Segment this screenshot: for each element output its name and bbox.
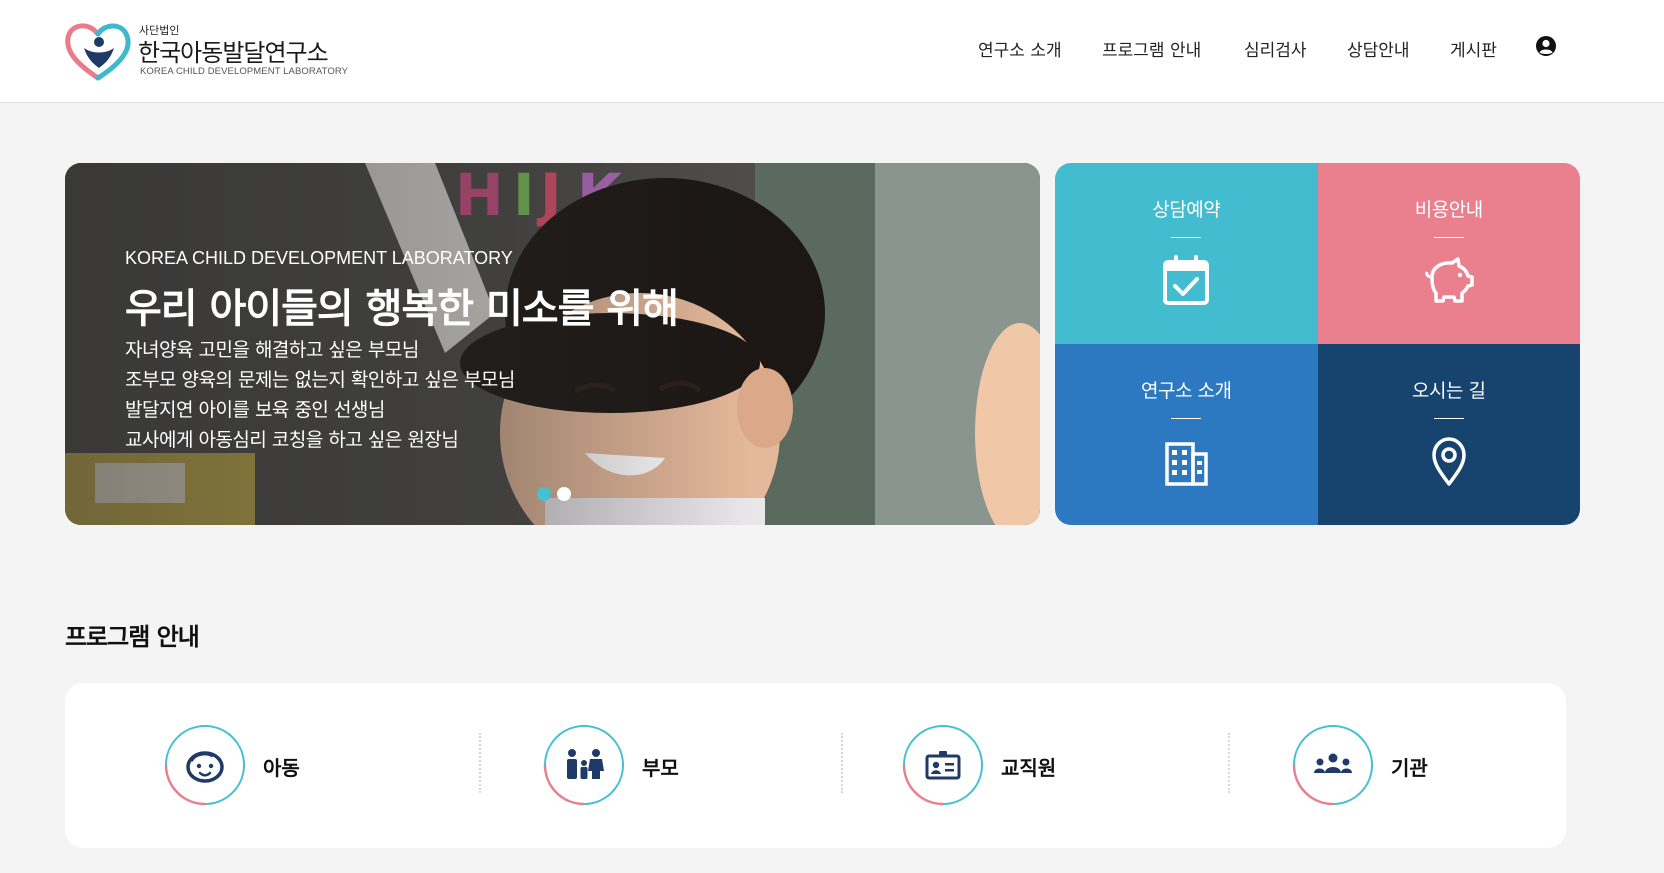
family-icon [543,725,624,806]
hero-line: 조부모 양육의 문제는 없는지 확인하고 싶은 부모님 [125,369,515,391]
divider [1433,237,1464,238]
divider [1171,418,1201,419]
tile-label: 비용안내 [1414,199,1483,221]
site-header: 사단법인 한국아동발달연구소 KOREA CHILD DEVELOPMENT L… [0,0,1664,103]
nav-item-board[interactable]: 게시판 [1450,36,1497,61]
hero-title: 우리 아이들의 행복한 미소를 위해 [125,286,679,332]
id-card-icon [902,725,983,806]
slide-dot-2[interactable] [557,487,571,501]
divider [1171,237,1201,238]
map-pin-icon [1431,437,1466,486]
divider [1433,418,1464,419]
nav-item-counseling[interactable]: 상담안내 [1347,36,1410,61]
hero-line: 교사에게 아동심리 코칭을 하고 싶은 원장님 [125,429,459,451]
site-logo[interactable]: 사단법인 한국아동발달연구소 KOREA CHILD DEVELOPMENT L… [64,18,364,84]
hero-banner[interactable]: H I J K KOREA CHILD DEVELOPMENT LABORATO… [65,163,1040,525]
tile-consultation-booking[interactable]: 상담예약 [1055,163,1318,344]
nav-item-programs[interactable]: 프로그램 안내 [1102,36,1201,61]
program-label: 아동 [263,756,300,780]
nav-item-about[interactable]: 연구소 소개 [978,36,1062,61]
tile-label: 연구소 소개 [1141,380,1232,402]
building-icon [1165,442,1208,486]
hero-description: 자녀양육 고민을 해결하고 싶은 부모님 조부모 양육의 문제는 없는지 확인하… [125,335,515,455]
tile-pricing[interactable]: 비용안내 [1317,163,1580,344]
logo-english-name: KOREA CHILD DEVELOPMENT LABORATORY [140,66,349,77]
program-label: 부모 [642,756,679,780]
section-title-programs: 프로그램 안내 [65,623,200,651]
hero-line: 자녀양육 고민을 해결하고 싶은 부모님 [125,339,419,361]
program-label: 기관 [1391,756,1428,780]
heart-logo-icon [65,23,131,81]
quick-links: 상담예약 비용안내 연구소 소개 오시는 길 [1055,163,1580,525]
program-card: 아동 부모 교직원 기관 [65,683,1566,848]
nav-item-psych-test[interactable]: 심리검사 [1244,36,1307,61]
divider [841,733,843,793]
tile-about[interactable]: 연구소 소개 [1055,344,1318,525]
user-circle-icon[interactable] [1535,35,1557,57]
group-icon [1292,725,1373,806]
divider [1228,733,1230,793]
tile-label: 상담예약 [1152,199,1221,221]
tile-label: 오시는 길 [1412,380,1486,402]
hero-eyebrow: KOREA CHILD DEVELOPMENT LABORATORY [125,248,513,268]
logo-title: 한국아동발달연구소 [138,39,329,67]
program-label: 교직원 [1001,756,1057,780]
hero-line: 발달지연 아이를 보육 중인 선생님 [125,399,385,421]
calendar-check-icon [1163,255,1209,305]
child-face-icon [164,725,245,806]
tile-directions[interactable]: 오시는 길 [1317,344,1580,525]
piggy-bank-icon [1424,257,1474,303]
divider [479,733,481,793]
slide-dot-1[interactable] [537,487,551,501]
